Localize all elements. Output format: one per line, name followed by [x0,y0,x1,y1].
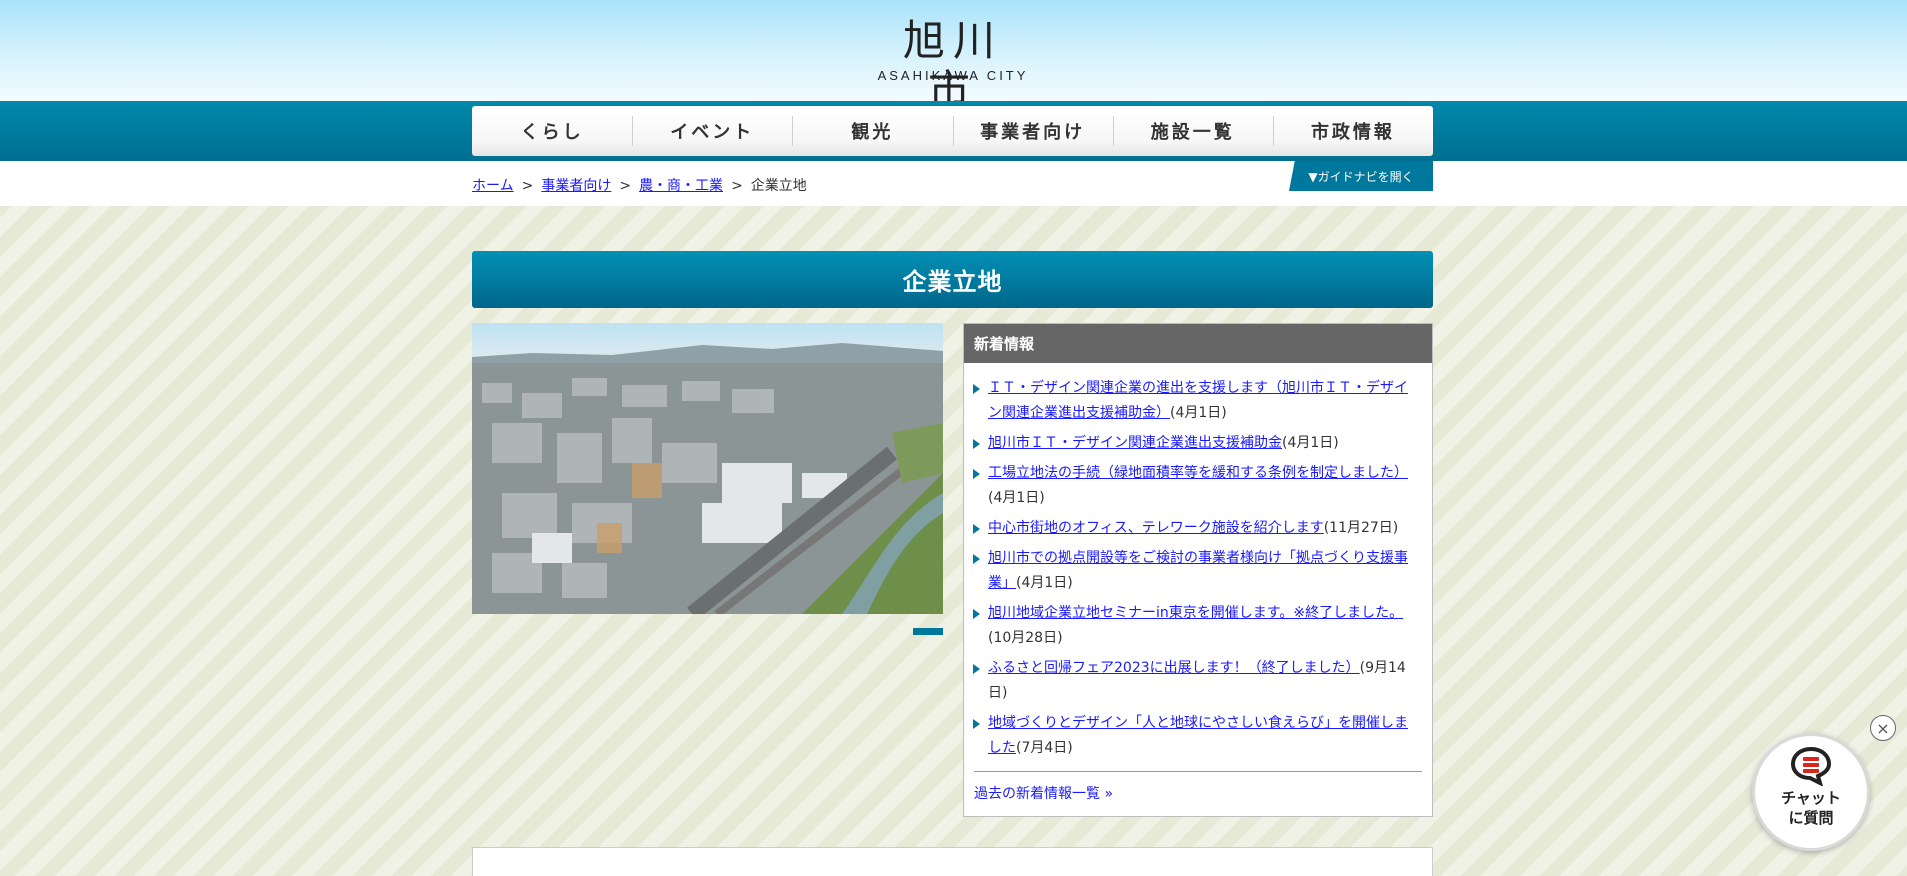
news-item: 旭川市ＩＴ・デザイン関連企業進出支援補助金(4月1日) [973,431,1412,456]
slider-indicator[interactable] [913,628,943,635]
news-item-date: (11月27日) [1323,520,1399,536]
news-item-date: (4月1日) [1282,435,1339,451]
news-item-date: (4月1日) [1170,405,1227,421]
chat-bubble-icon [1790,746,1832,786]
nav-item-business[interactable]: 事業者向け [952,106,1113,156]
nav-item-city-info[interactable]: 市政情報 [1272,106,1433,156]
nav-item-event[interactable]: イベント [632,106,792,156]
page-title: 企業立地 [472,251,1433,308]
breadcrumb-business[interactable]: 事業者向け [541,178,611,194]
news-item-date: (10月28日) [988,630,1063,646]
news-item: 旭川地域企業立地セミナーin東京を開催します。※終了しました。 (10月28日) [973,601,1412,651]
news-item: 地域づくりとデザイン「人と地球にやさしい食えらび」を開催しました(7月4日) [973,711,1412,761]
city-aerial-photo [472,323,943,614]
news-item: 旭川市での拠点開設等をご検討の事業者様向け「拠点づくり支援事業」(4月1日) [973,546,1412,596]
global-nav: くらし イベント 観光 事業者向け 施設一覧 市政情報 [472,106,1433,156]
news-item-date: (4月1日) [1016,575,1073,591]
news-item: 工場立地法の手続（緑地面積率等を緩和する条例を制定しました） (4月1日) [973,461,1412,511]
news-item-link[interactable]: 旭川市ＩＴ・デザイン関連企業進出支援補助金 [988,435,1282,451]
breadcrumb-current: 企業立地 [750,178,807,194]
site-logo-subtitle: ASAHIKAWA CITY [877,68,1029,83]
aerial-city-illustration [472,323,943,614]
news-item-link[interactable]: 中心市街地のオフィス、テレワーク施設を紹介します [988,520,1324,536]
breadcrumb-band [0,161,1907,206]
news-item-link[interactable]: 旭川地域企業立地セミナーin東京を開催します。※終了しました。 [988,605,1403,621]
news-item-link[interactable]: ふるさと回帰フェア2023に出展します！（終了しました） [988,660,1360,676]
chat-close-button[interactable]: × [1870,715,1896,741]
chat-widget-button[interactable]: チャット に質問 [1752,733,1870,851]
chat-label-line1: チャット [1781,789,1841,807]
guide-navi-button[interactable]: ▼ガイドナビを開く [1289,161,1433,191]
news-item-date: (7月4日) [1016,740,1073,756]
news-item-date: (4月1日) [988,490,1045,506]
breadcrumb-separator: > [619,178,632,194]
news-list: ＩＴ・デザイン関連企業の進出を支援します（旭川市ＩＴ・デザイン関連企業進出支援補… [964,363,1432,761]
nav-item-kurashi[interactable]: くらし [472,106,632,156]
chat-label-line2: に質問 [1788,809,1834,827]
breadcrumb-agriculture-commerce[interactable]: 農・商・工業 [639,178,723,194]
news-panel: 新着情報 ＩＴ・デザイン関連企業の進出を支援します（旭川市ＩＴ・デザイン関連企業… [963,323,1433,817]
breadcrumb-home[interactable]: ホーム [472,178,514,194]
news-item-link[interactable]: 工場立地法の手続（緑地面積率等を緩和する条例を制定しました） [988,465,1408,481]
site-header: 旭川市 ASAHIKAWA CITY [0,0,1907,115]
chat-label: チャット に質問 [1781,788,1841,828]
breadcrumb-separator: > [521,178,534,194]
news-item: 中心市街地のオフィス、テレワーク施設を紹介します(11月27日) [973,516,1412,541]
content-box [472,847,1433,876]
breadcrumb: ホーム > 事業者向け > 農・商・工業 > 企業立地 [472,175,807,195]
nav-item-facilities[interactable]: 施設一覧 [1112,106,1273,156]
news-item: ふるさと回帰フェア2023に出展します！（終了しました）(9月14日) [973,656,1412,706]
news-heading: 新着情報 [964,324,1432,363]
news-divider [974,771,1422,772]
news-item: ＩＴ・デザイン関連企業の進出を支援します（旭川市ＩＴ・デザイン関連企業進出支援補… [973,376,1412,426]
breadcrumb-separator: > [731,178,743,194]
news-archive-link[interactable]: 過去の新着情報一覧 » [974,783,1113,803]
nav-item-kanko[interactable]: 観光 [792,106,952,156]
